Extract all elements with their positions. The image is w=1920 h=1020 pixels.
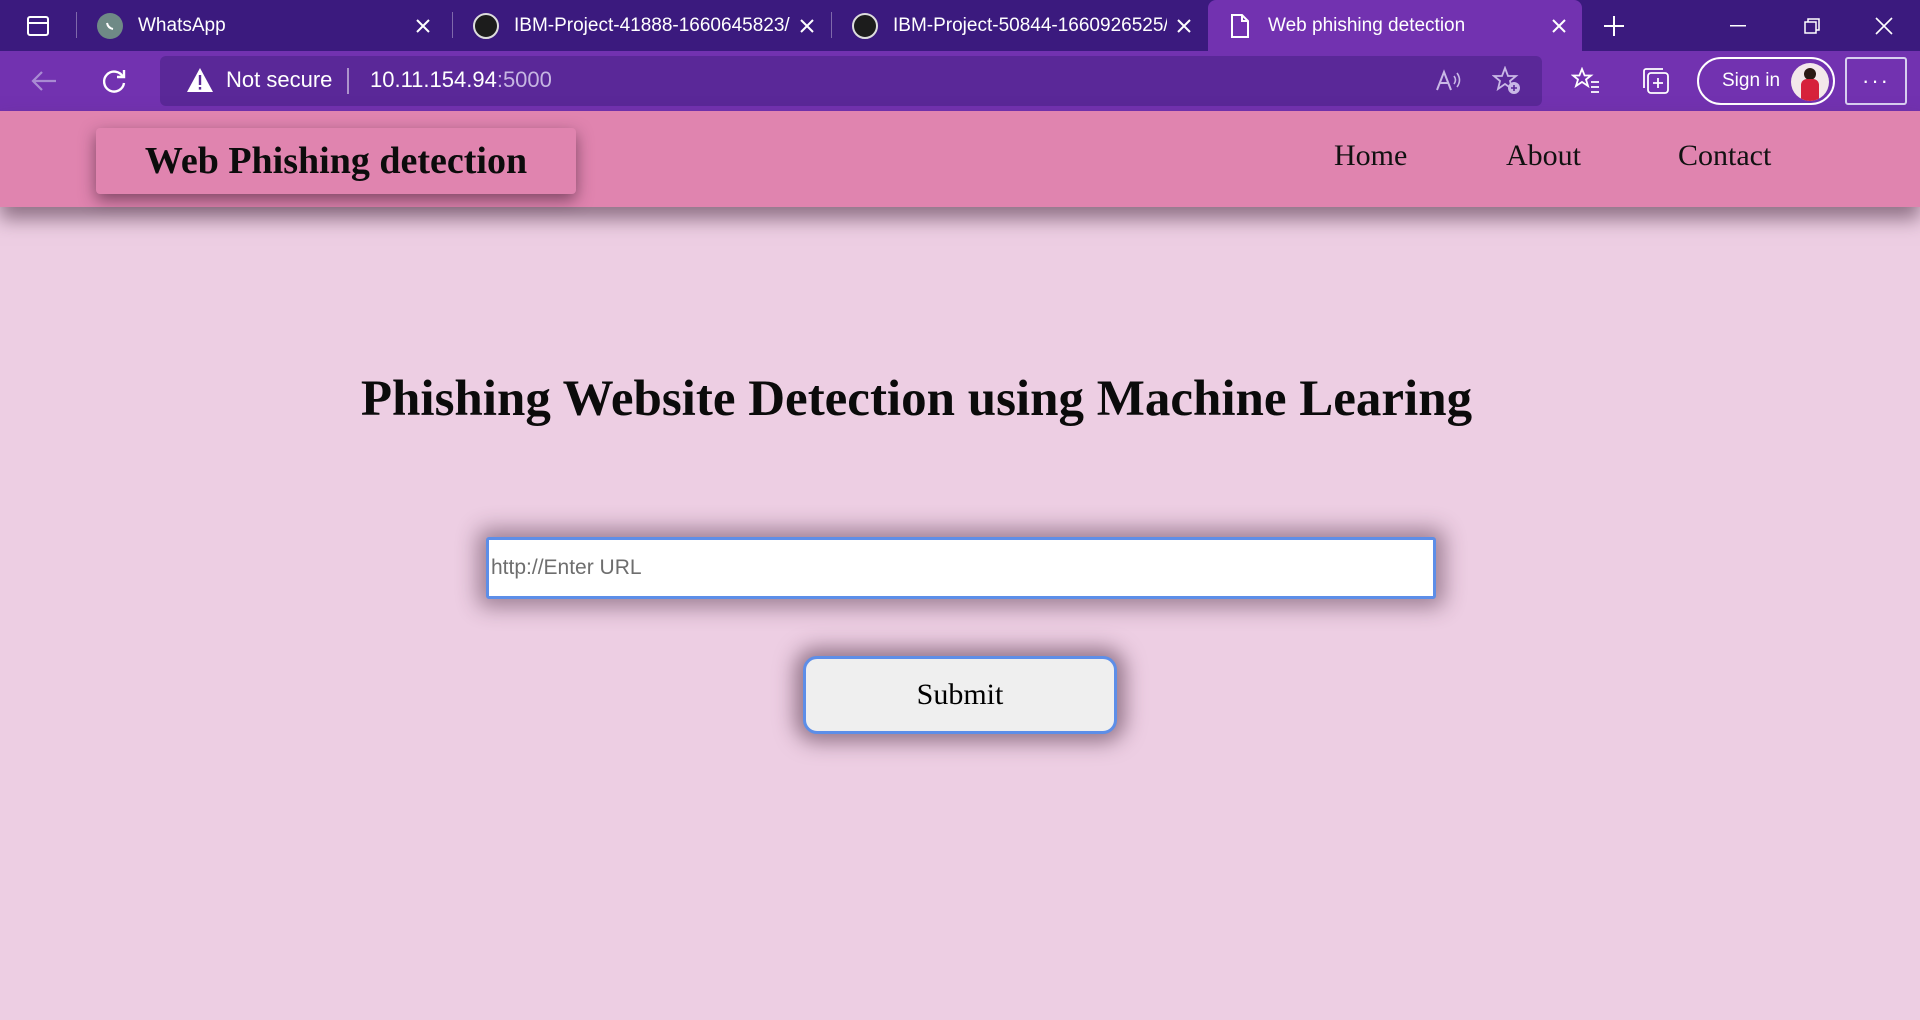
url-host: 10.11.154.94	[370, 67, 497, 92]
favorites-icon	[1571, 67, 1599, 93]
github-icon	[851, 12, 879, 40]
page-title: Phishing Website Detection using Machine…	[360, 371, 1473, 427]
tab-strip: WhatsApp IBM-Project-41888-1660645823/C …	[0, 0, 1920, 51]
warning-icon[interactable]	[186, 67, 214, 93]
url-text[interactable]: 10.11.154.94:5000	[370, 67, 552, 93]
tab-label: IBM-Project-41888-1660645823/C	[514, 14, 790, 36]
plus-icon	[1604, 16, 1624, 36]
tab-web-phishing-detection[interactable]: Web phishing detection	[1208, 0, 1582, 51]
tab-label: IBM-Project-50844-1660926525/A	[893, 14, 1167, 36]
url-port: :5000	[496, 67, 552, 92]
page-icon	[1226, 12, 1254, 40]
sign-in-button[interactable]: Sign in	[1697, 57, 1835, 105]
tab-divider	[831, 12, 832, 38]
url-input[interactable]	[486, 537, 1436, 599]
close-icon[interactable]	[1167, 9, 1201, 43]
back-arrow-icon	[31, 71, 56, 91]
address-bar[interactable]	[160, 56, 1542, 106]
address-divider	[347, 68, 349, 94]
star-add-icon	[1492, 66, 1520, 94]
tab-ibm-project-41888[interactable]: IBM-Project-41888-1660645823/C	[454, 0, 830, 51]
favorites-button[interactable]	[1566, 62, 1606, 100]
whatsapp-icon	[96, 12, 124, 40]
tab-whatsapp[interactable]: WhatsApp	[78, 0, 446, 51]
close-icon	[1875, 16, 1893, 35]
settings-more-button[interactable]: ···	[1845, 57, 1907, 105]
nav-contact[interactable]: Contact	[1678, 139, 1771, 173]
minimize-icon	[1730, 24, 1746, 26]
close-icon[interactable]	[1542, 9, 1576, 43]
tab-label: WhatsApp	[138, 14, 226, 36]
tab-ibm-project-50844[interactable]: IBM-Project-50844-1660926525/A	[833, 0, 1207, 51]
avatar	[1791, 63, 1829, 101]
site-header: Web Phishing detection Home About Contac…	[0, 111, 1920, 207]
minimize-button[interactable]	[1702, 0, 1774, 51]
read-aloud-button[interactable]	[1432, 64, 1466, 98]
refresh-icon	[102, 70, 126, 93]
site-brand: Web Phishing detection	[96, 128, 576, 194]
close-icon[interactable]	[406, 9, 440, 43]
submit-button[interactable]: Submit	[803, 656, 1117, 734]
read-aloud-icon	[1436, 69, 1461, 91]
tab-divider	[452, 12, 453, 38]
new-tab-button[interactable]	[1596, 8, 1632, 44]
more-icon: ···	[1862, 68, 1890, 93]
close-icon[interactable]	[790, 9, 824, 43]
tab-divider	[76, 12, 77, 38]
restore-icon	[1804, 17, 1820, 34]
collections-button[interactable]	[1636, 62, 1676, 100]
security-status[interactable]: Not secure	[226, 67, 332, 93]
add-favorite-button[interactable]	[1490, 64, 1524, 98]
nav-about[interactable]: About	[1506, 139, 1581, 173]
restore-button[interactable]	[1776, 0, 1848, 51]
tab-label: Web phishing detection	[1268, 14, 1466, 36]
back-button[interactable]	[24, 61, 64, 101]
close-window-button[interactable]	[1848, 0, 1920, 51]
github-icon	[472, 12, 500, 40]
collections-icon	[1643, 68, 1669, 94]
refresh-button[interactable]	[94, 61, 134, 101]
sign-in-label: Sign in	[1722, 70, 1781, 91]
nav-home[interactable]: Home	[1334, 139, 1407, 173]
tab-actions-icon	[27, 16, 49, 36]
tab-actions-menu[interactable]	[16, 10, 60, 42]
